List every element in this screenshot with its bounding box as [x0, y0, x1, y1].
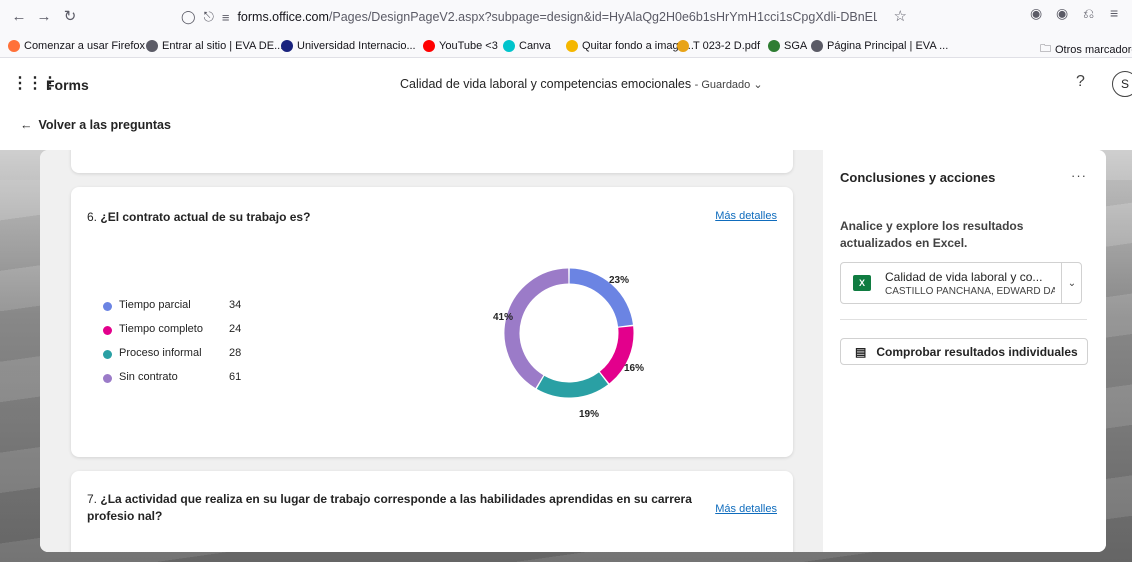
slice-percent-label: 23% [609, 275, 629, 286]
bookmark-favicon-icon [423, 40, 435, 52]
back-arrow-icon[interactable]: ← [8, 4, 30, 28]
pane-description: Analice y explore los resultados actuali… [840, 219, 1024, 250]
bookmark-star-icon[interactable]: ☆ [894, 7, 907, 25]
legend-item: Tiempo completo 24 [103, 322, 263, 346]
donut-chart: 23% 16% 19% 41% [493, 268, 644, 420]
legend-label: Tiempo parcial [119, 299, 191, 311]
bookmark-item[interactable]: Quitar fondo a image... [566, 40, 694, 52]
lock-icon[interactable]: ⎋ [204, 9, 214, 25]
results-panel: 6. ¿El contrato actual de su trabajo es?… [40, 150, 1106, 552]
excel-icon: X [853, 275, 871, 291]
other-bookmarks[interactable]: 🗀Otros marcadores [1040, 40, 1132, 57]
chevron-down-icon[interactable]: ⌄ [1061, 263, 1082, 303]
question-title: 7. ¿La actividad que realiza en su lugar… [87, 492, 692, 523]
slice-percent-label: 16% [624, 363, 644, 374]
legend-label: Proceso informal [119, 347, 202, 359]
slice-percent-label: 41% [493, 312, 513, 323]
avatar[interactable]: S [1112, 71, 1132, 97]
donut-slice[interactable] [536, 372, 609, 398]
browser-toolbar: ← → ↻ ◯ ⎋ ≡ forms.office.com/Pages/Desig… [0, 0, 1132, 36]
more-details-link[interactable]: Más detalles [715, 210, 777, 222]
file-owner: CASTILLO PANCHANA, EDWARD DA [885, 286, 1055, 297]
legend-dot-icon [103, 326, 112, 335]
legend-count: 28 [229, 347, 242, 359]
form-title[interactable]: Calidad de vida laboral y competencias e… [400, 77, 763, 91]
menu-icon[interactable]: ≡ [1110, 5, 1118, 21]
bookmark-favicon-icon [768, 40, 780, 52]
pane-title: Conclusiones y acciones [840, 170, 996, 185]
bookmark-favicon-icon [811, 40, 823, 52]
bookmark-item[interactable]: SGA [768, 40, 807, 52]
bookmark-item[interactable]: Canva [503, 40, 551, 52]
file-name: Calidad de vida laboral y co... [885, 270, 1043, 284]
bookmark-favicon-icon [503, 40, 515, 52]
question-6-card: 6. ¿El contrato actual de su trabajo es?… [71, 187, 793, 457]
back-row: ← Volver a las preguntas [0, 108, 1132, 150]
chart-legend: Tiempo parcial 34 Tiempo completo 24 Proceso… [103, 298, 263, 394]
bookmark-favicon-icon [146, 40, 158, 52]
slice-percent-label: 19% [579, 409, 599, 420]
bookmark-item[interactable]: Página Principal | EVA ... [811, 40, 948, 52]
bookmark-item[interactable]: Universidad Internacio... [281, 40, 416, 52]
question-7-card: 7. ¿La actividad que realiza en su lugar… [71, 471, 793, 552]
shield-icon[interactable]: ◯ [181, 9, 196, 25]
question-title: 6. ¿El contrato actual de su trabajo es? [87, 210, 311, 224]
bookmark-favicon-icon [566, 40, 578, 52]
bookmarks-bar: Comenzar a usar Firefox Entrar al sitio |… [0, 36, 1132, 58]
previous-question-card [71, 150, 793, 173]
folder-icon: 🗀 [1040, 43, 1051, 55]
bookmark-favicon-icon [677, 40, 689, 52]
help-button[interactable]: ? [1076, 73, 1085, 91]
legend-item: Tiempo parcial 34 [103, 298, 263, 322]
bookmark-favicon-icon [8, 40, 20, 52]
bookmark-item[interactable]: T 023-2 D.pdf [677, 40, 760, 52]
donut-slice[interactable] [504, 268, 569, 389]
legend-label: Tiempo completo [119, 323, 203, 335]
extensions-icon[interactable]: ⎌ [1083, 5, 1094, 22]
check-individual-results-button[interactable]: ▤ Comprobar resultados individuales [840, 338, 1088, 365]
legend-count: 61 [229, 371, 242, 383]
account-icon[interactable]: ◉ [1056, 5, 1068, 22]
insights-pane: Conclusiones y acciones ··· Analice y ex… [823, 150, 1106, 552]
more-options-icon[interactable]: ··· [1071, 168, 1087, 183]
back-to-questions-link[interactable]: ← Volver a las preguntas [20, 118, 171, 132]
forward-arrow-icon[interactable]: → [33, 4, 55, 28]
legend-count: 24 [229, 323, 242, 335]
app-name[interactable]: Forms [46, 77, 89, 93]
arrow-left-icon: ← [20, 118, 33, 132]
theme-background: 6. ¿El contrato actual de su trabajo es?… [0, 150, 1132, 562]
bookmark-item[interactable]: Entrar al sitio | EVA DE... [146, 40, 283, 52]
bookmark-item[interactable]: Comenzar a usar Firefox [8, 40, 145, 52]
reload-icon[interactable]: ↻ [59, 4, 81, 28]
permissions-icon[interactable]: ≡ [222, 10, 230, 25]
donut-slice[interactable] [599, 326, 634, 384]
pocket-icon[interactable]: ◉ [1030, 5, 1042, 22]
responses-scroll-area[interactable]: 6. ¿El contrato actual de su trabajo es?… [40, 150, 823, 552]
legend-dot-icon [103, 302, 112, 311]
url-text[interactable]: forms.office.com/Pages/DesignPageV2.aspx… [237, 10, 877, 24]
legend-count: 34 [229, 299, 242, 311]
legend-item: Sin contrato 61 [103, 370, 263, 394]
legend-dot-icon [103, 350, 112, 359]
more-details-link[interactable]: Más detalles [715, 503, 777, 515]
legend-dot-icon [103, 374, 112, 383]
bookmark-item[interactable]: YouTube <3 [423, 40, 498, 52]
address-bar[interactable]: ◯ ⎋ ≡ forms.office.com/Pages/DesignPageV… [181, 5, 909, 29]
forms-header: ⋮⋮⋮ Forms Calidad de vida laboral y comp… [0, 58, 1132, 108]
document-icon: ▤ [855, 344, 867, 359]
legend-item: Proceso informal 28 [103, 346, 263, 370]
chevron-down-icon: ⌄ [753, 79, 763, 91]
divider [840, 319, 1087, 320]
legend-label: Sin contrato [119, 371, 178, 383]
bookmark-favicon-icon [281, 40, 293, 52]
excel-file-card[interactable]: X Calidad de vida laboral y co... CASTIL… [840, 262, 1082, 304]
